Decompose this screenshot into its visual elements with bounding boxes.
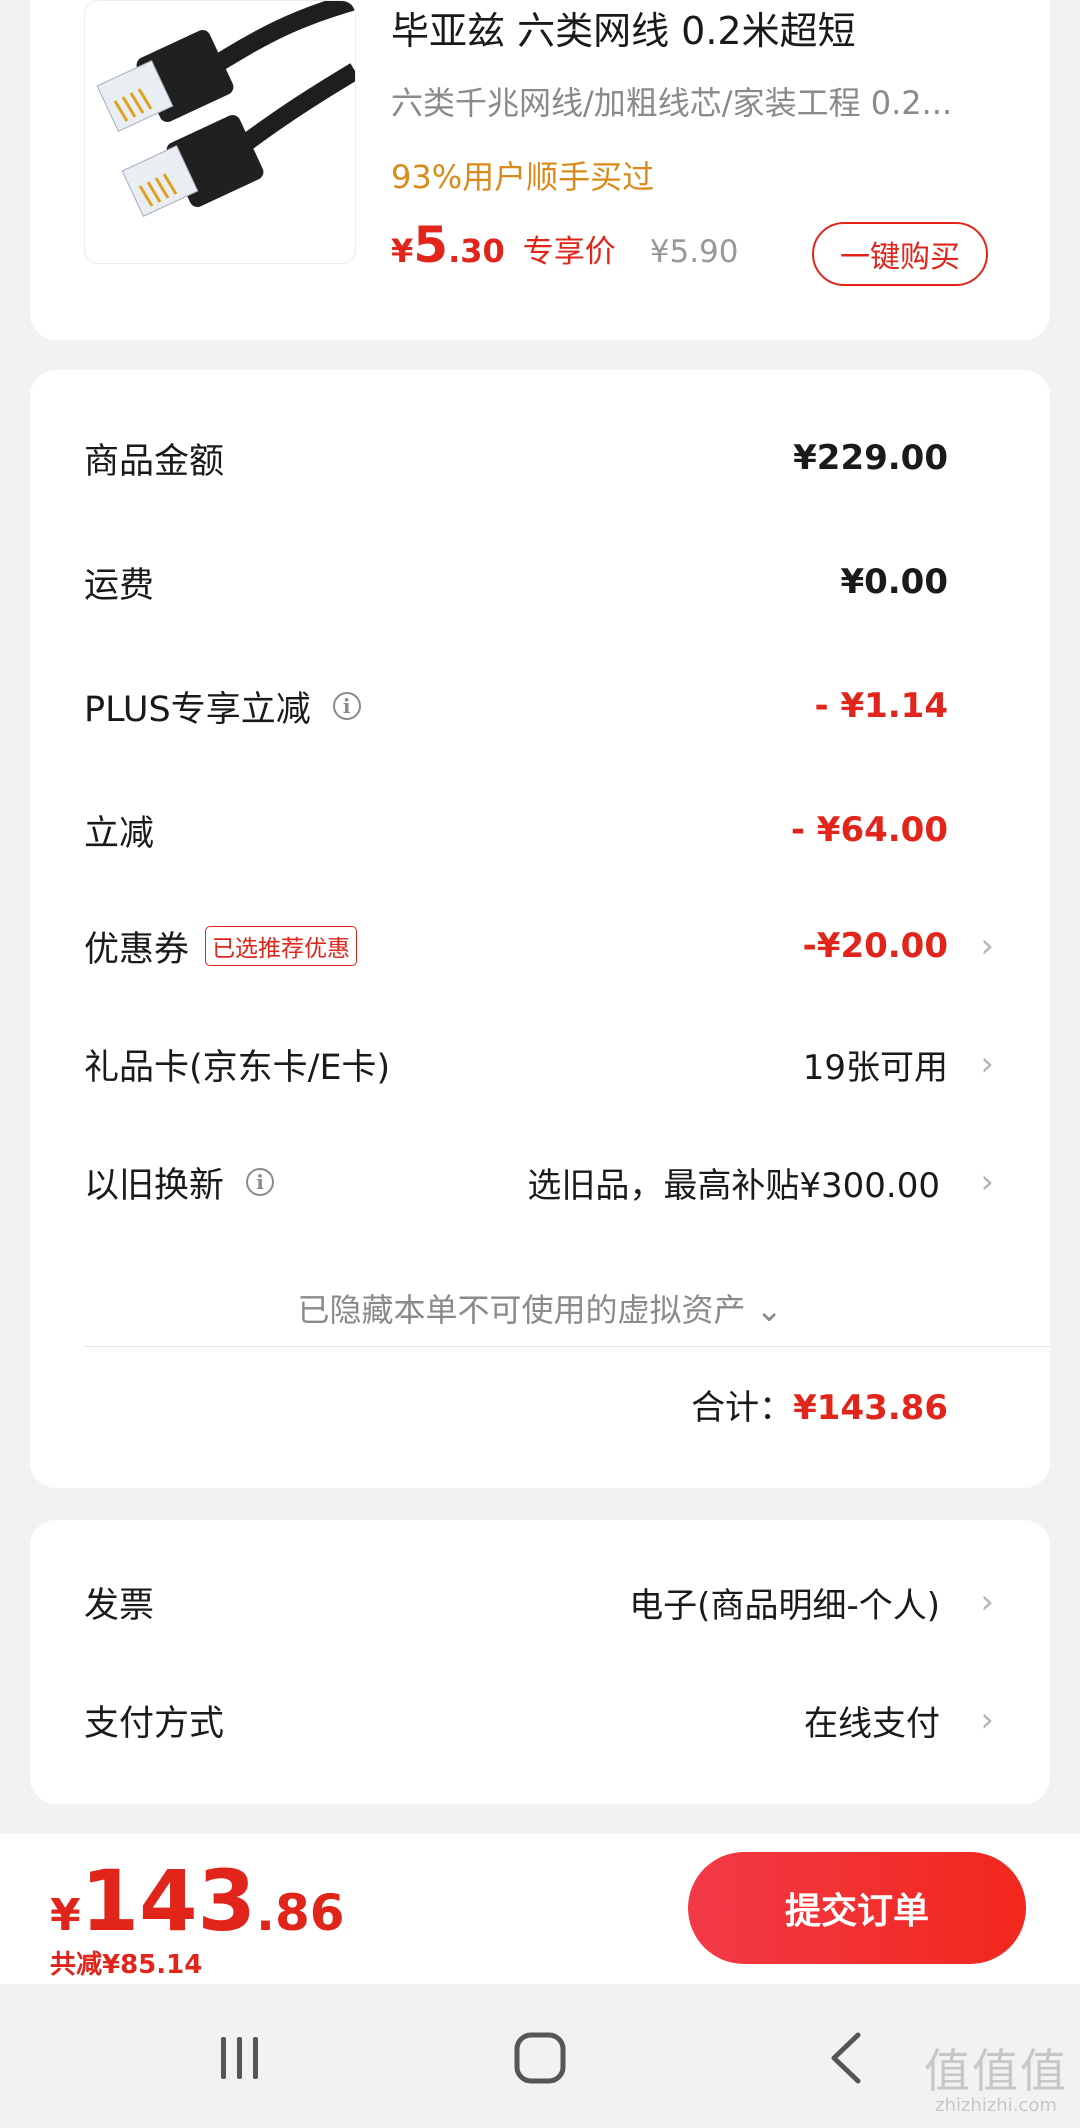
cost-card: 商品金额 ¥229.00 运费 ¥0.00 PLUS专享立减 i - ¥1.14… xyxy=(30,370,1050,1488)
total-saving: 共减¥85.14 xyxy=(50,1950,203,1980)
cost-row-subtotal: 商品金额 ¥229.00 xyxy=(30,418,1050,498)
coupon-selected-tag: 已选推荐优惠 xyxy=(205,926,358,966)
product-card: 毕亚兹 六类网线 0.2米超短 六类千兆网线/加粗线芯/家装工程 0.2... … xyxy=(30,0,1050,340)
invoice-payment-card: 发票 电子(商品明细-个人) › 支付方式 在线支付 › xyxy=(30,1520,1050,1804)
row-label: 运费 xyxy=(84,565,155,606)
row-label: PLUS专享立减 i xyxy=(84,681,361,732)
info-icon[interactable]: i xyxy=(332,692,361,720)
row-value: ¥229.00 xyxy=(793,438,948,478)
cost-row-plus-discount: PLUS专享立减 i - ¥1.14 xyxy=(30,666,1050,746)
recents-icon[interactable] xyxy=(200,2028,280,2088)
total-symbol: ¥ xyxy=(50,1890,81,1941)
chevron-right-icon: › xyxy=(980,1582,994,1622)
product-spec: 六类千兆网线/加粗线芯/家装工程 0.2... xyxy=(391,84,953,122)
chevron-right-icon: › xyxy=(980,1162,994,1202)
checkout-total: ¥ 143 .86 xyxy=(50,1852,345,1950)
hidden-assets-text: 已隐藏本单不可使用的虚拟资产 xyxy=(297,1291,746,1329)
one-click-buy-button[interactable]: 一键购买 xyxy=(812,222,988,286)
row-value: 在线支付 xyxy=(804,1703,940,1744)
total-value: ¥143.86 xyxy=(793,1388,948,1428)
payment-method-row[interactable]: 支付方式 在线支付 › xyxy=(30,1680,1050,1760)
watermark-sub: zhizhizhi.com xyxy=(935,2095,1057,2116)
invoice-row[interactable]: 发票 电子(商品明细-个人) › xyxy=(30,1562,1050,1642)
row-value: 电子(商品明细-个人) xyxy=(629,1585,940,1626)
row-label-text: PLUS专享立减 xyxy=(84,689,311,730)
price-integer: 5 xyxy=(413,216,449,274)
row-label: 支付方式 xyxy=(84,1703,225,1744)
chevron-right-icon: › xyxy=(980,1044,994,1084)
cost-row-coupon[interactable]: 优惠券 已选推荐优惠 -¥20.00 › xyxy=(30,906,1050,986)
price-decimal: .30 xyxy=(448,232,505,270)
chevron-right-icon: › xyxy=(980,1700,994,1740)
cost-row-trade-in[interactable]: 以旧换新 i 选旧品，最高补贴¥300.00 › xyxy=(30,1142,1050,1222)
product-price: ¥ 5 .30 专享价 ¥5.90 xyxy=(391,216,739,276)
row-label: 立减 xyxy=(84,813,155,854)
row-value: -¥20.00 xyxy=(802,926,948,966)
info-icon[interactable]: i xyxy=(246,1168,275,1196)
row-value: - ¥64.00 xyxy=(790,810,948,850)
total-decimal: .86 xyxy=(255,1884,345,1942)
row-value: 选旧品，最高补贴¥300.00 xyxy=(527,1165,940,1206)
price-symbol: ¥ xyxy=(391,232,414,270)
row-label-text: 优惠券 xyxy=(84,929,190,970)
chevron-right-icon: › xyxy=(980,926,994,966)
total-integer: 143 xyxy=(80,1852,256,1950)
checkout-bar: ¥ 143 .86 共减¥85.14 提交订单 xyxy=(0,1834,1080,1984)
row-label: 优惠券 已选推荐优惠 xyxy=(84,921,358,972)
watermark: 值值值 zhizhizhi.com xyxy=(924,2035,1068,2116)
product-image[interactable] xyxy=(84,0,356,264)
cost-row-shipping: 运费 ¥0.00 xyxy=(30,542,1050,622)
price-tag: 专享价 xyxy=(522,234,616,270)
row-label: 礼品卡(京东卡/E卡) xyxy=(84,1047,391,1088)
chevron-down-icon: ⌄ xyxy=(755,1291,783,1329)
row-value: ¥0.00 xyxy=(840,562,948,602)
back-icon[interactable] xyxy=(806,2028,886,2088)
row-value: 19张可用 xyxy=(802,1047,948,1088)
cost-row-gift-card[interactable]: 礼品卡(京东卡/E卡) 19张可用 › xyxy=(30,1024,1050,1104)
order-total: 合计：¥143.86 xyxy=(691,1380,948,1429)
total-label: 合计： xyxy=(691,1388,794,1428)
row-label: 以旧换新 i xyxy=(84,1157,275,1208)
watermark-main: 值值值 xyxy=(924,2044,1068,2098)
system-nav-bar: 值值值 zhizhizhi.com xyxy=(0,1984,1080,2128)
divider xyxy=(84,1346,1050,1347)
product-title[interactable]: 毕亚兹 六类网线 0.2米超短 xyxy=(391,0,856,55)
hidden-assets-toggle[interactable]: 已隐藏本单不可使用的虚拟资产 ⌄ xyxy=(30,1285,1050,1331)
row-label-text: 以旧换新 xyxy=(84,1165,225,1206)
submit-order-button[interactable]: 提交订单 xyxy=(688,1852,1026,1964)
row-label: 商品金额 xyxy=(84,441,225,482)
row-label: 发票 xyxy=(84,1585,155,1626)
cost-row-instant-discount: 立减 - ¥64.00 xyxy=(30,790,1050,870)
row-value: - ¥1.14 xyxy=(814,686,949,726)
home-icon[interactable] xyxy=(500,2028,580,2088)
original-price: ¥5.90 xyxy=(649,234,739,270)
product-hint: 93%用户顺手买过 xyxy=(391,158,655,196)
